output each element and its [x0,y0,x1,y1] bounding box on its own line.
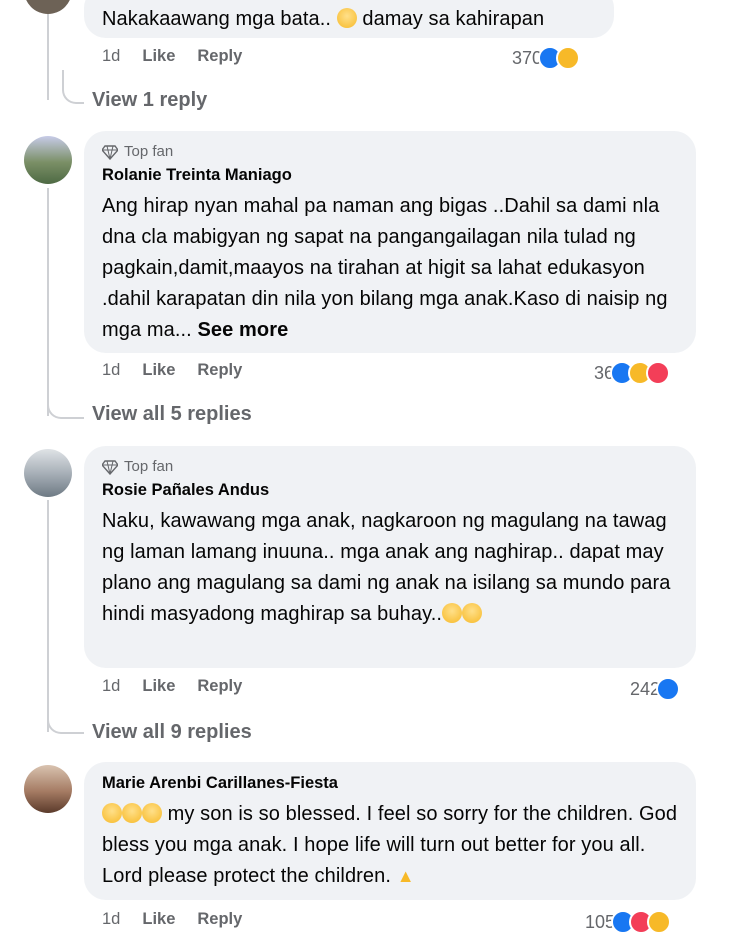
comment-author[interactable]: Marie Arenbi Carillanes-Fiesta [102,774,678,793]
avatar[interactable] [24,765,72,813]
top-fan-badge: Top fan [102,458,678,475]
reply-button[interactable]: Reply [197,47,242,66]
comment-bubble: Top fan Rolanie Treinta Maniago Ang hira… [84,131,696,353]
like-button[interactable]: Like [142,361,175,380]
reply-button[interactable]: Reply [197,677,242,696]
diamond-icon [102,459,118,475]
comment-bubble: Nakakaawang mga bata.. damay sa kahirapa… [84,0,614,38]
love-reaction-icon [646,361,671,385]
view-replies-link[interactable]: View 1 reply [92,89,207,112]
thread-line [47,0,49,100]
comment-time[interactable]: 1d [102,47,120,66]
view-replies-link[interactable]: View all 9 replies [92,721,252,744]
thread-elbow [47,385,84,419]
like-button[interactable]: Like [142,677,175,696]
reaction-summary[interactable]: 370 [512,46,581,70]
view-replies-link[interactable]: View all 5 replies [92,403,252,426]
reaction-summary[interactable]: 105 [585,910,672,934]
crying-emoji [142,803,162,823]
reply-button[interactable]: Reply [197,910,242,929]
comment-bubble: Marie Arenbi Carillanes-Fiesta my son is… [84,762,696,900]
crying-emoji [102,803,122,823]
comment-time[interactable]: 1d [102,677,120,696]
thread-elbow [47,700,84,734]
sad-emoji [442,603,463,623]
comment-author[interactable]: Rolanie Treinta Maniago [102,166,678,185]
see-more-link[interactable]: See more [197,319,288,341]
comment-time[interactable]: 1d [102,910,120,929]
comment-bubble: Top fan Rosie Pañales Andus Naku, kawawa… [84,446,696,668]
avatar[interactable] [24,449,72,497]
sad-emoji [462,603,483,623]
crying-emoji [122,803,142,823]
comment-text: Naku, kawawang mga anak, nagkaroon ng ma… [102,510,671,625]
top-fan-badge: Top fan [102,143,678,160]
comment-text: Ang hirap nyan mahal pa naman ang bigas … [102,195,668,341]
comment-actions: 1d Like Reply [102,361,242,380]
thread-elbow [62,70,84,104]
comment-text: my son is so blessed. I feel so sorry fo… [102,803,678,887]
avatar[interactable] [24,0,72,14]
comment-actions: 1d Like Reply [102,677,242,696]
comment-actions: 1d Like Reply [102,910,242,929]
avatar[interactable] [24,136,72,184]
thread-line [47,500,49,732]
comment-author[interactable]: Rosie Pañales Andus [102,481,678,500]
crying-emoji [336,8,357,28]
comment-actions: 1d Like Reply [102,47,242,66]
reaction-summary[interactable]: 242 [630,677,681,701]
praying-hands-emoji: ▲ [396,866,415,886]
comment-time[interactable]: 1d [102,361,120,380]
like-reaction-icon [656,677,681,701]
sad-reaction-icon [556,46,581,70]
thread-line [47,188,49,416]
reaction-summary[interactable]: 36 [594,361,671,385]
like-button[interactable]: Like [142,910,175,929]
care-reaction-icon [647,910,672,934]
comment-text: Nakakaawang mga bata.. damay sa kahirapa… [102,8,545,30]
reply-button[interactable]: Reply [197,361,242,380]
like-button[interactable]: Like [142,47,175,66]
diamond-icon [102,144,118,160]
